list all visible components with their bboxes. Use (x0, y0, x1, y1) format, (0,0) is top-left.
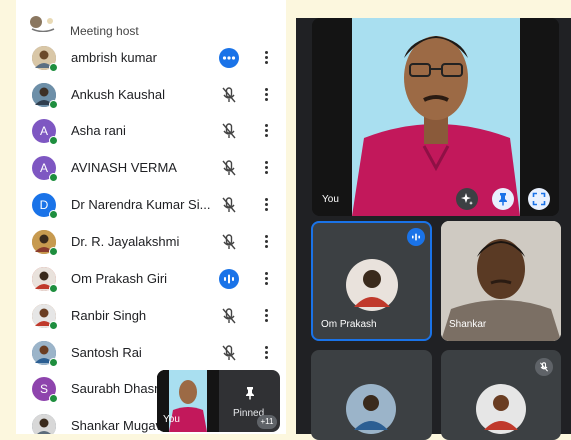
participants-panel: Meeting host ambrish kumar Ankush Kausha… (16, 0, 286, 434)
participant-name: Saurabh Dhasm (71, 381, 165, 396)
participant-name: ambrish kumar (71, 50, 157, 65)
self-tile-label: You (322, 194, 339, 205)
participant-avatar (32, 230, 58, 256)
mic-off-icon (219, 195, 239, 215)
pip-self-video[interactable]: You (157, 370, 219, 432)
kebab-menu-icon[interactable] (263, 269, 269, 289)
online-indicator (49, 358, 58, 367)
online-indicator (49, 284, 58, 293)
host-avatar-icon (30, 16, 55, 32)
kebab-menu-icon[interactable] (263, 158, 269, 178)
mic-off-icon (219, 343, 239, 363)
mic-off-icon (219, 85, 239, 105)
participant-name: Om Prakash Giri (71, 271, 168, 286)
speaking-indicator-icon (407, 228, 425, 246)
pip-self-label: You (163, 414, 180, 425)
participant-tile[interactable] (311, 350, 432, 440)
self-video-feed (312, 18, 559, 216)
visual-effects-icon[interactable] (456, 188, 478, 210)
self-video-tile[interactable]: You (312, 18, 559, 216)
participant-row[interactable]: Dr. R. Jayalakshmi (16, 224, 286, 260)
participant-name: Santosh Rai (71, 345, 142, 360)
pip-pinned-section[interactable]: Pinned +11 (219, 370, 280, 432)
avatar-initial: S (39, 382, 48, 396)
online-indicator (49, 321, 58, 330)
avatar-initial: D (39, 198, 49, 212)
mic-off-icon (535, 358, 553, 376)
online-indicator (49, 394, 58, 403)
pip-more-count-badge: +11 (257, 415, 277, 429)
participant-row[interactable]: Ranbir Singh (16, 298, 286, 334)
kebab-menu-icon[interactable] (263, 121, 269, 141)
participant-avatar: A (32, 119, 58, 145)
participant-row[interactable]: ambrish kumar (16, 40, 286, 76)
pin-icon (246, 387, 254, 400)
picture-in-picture[interactable]: You Pinned +11 (157, 370, 280, 432)
kebab-menu-icon[interactable] (263, 85, 269, 105)
participant-row[interactable]: A Asha rani (16, 113, 286, 149)
mic-off-icon (219, 306, 239, 326)
meeting-host-label: Meeting host (70, 24, 139, 38)
participant-tile[interactable] (441, 350, 561, 440)
kebab-menu-icon[interactable] (263, 195, 269, 215)
participant-avatar (32, 267, 58, 293)
participant-row[interactable]: Om Prakash Giri (16, 261, 286, 297)
online-indicator (49, 136, 58, 145)
participant-avatar (32, 46, 58, 72)
participant-avatar (476, 384, 526, 434)
participant-tile-shankar[interactable]: Shankar (441, 221, 561, 341)
mic-off-icon (219, 232, 239, 252)
kebab-menu-icon[interactable] (263, 343, 269, 363)
participant-avatar: S (32, 377, 58, 403)
mic-off-icon (219, 121, 239, 141)
avatar-initial: A (39, 124, 48, 138)
participant-name: Dr Narendra Kumar Si... (71, 197, 211, 212)
mic-off-icon (219, 158, 239, 178)
participant-row[interactable]: A AVINASH VERMA (16, 150, 286, 186)
participant-name: Shankar Mugav (71, 418, 163, 433)
participant-name: Ranbir Singh (71, 308, 147, 323)
kebab-menu-icon[interactable] (263, 306, 269, 326)
meeting-video-area: You Om Prakash Shankar (296, 18, 571, 440)
participant-avatar: D (32, 193, 58, 219)
participant-row[interactable]: Ankush Kaushal (16, 77, 286, 113)
kebab-menu-icon[interactable] (263, 232, 269, 252)
avatar-initial: A (39, 161, 48, 175)
participant-name: Dr. R. Jayalakshmi (71, 234, 180, 249)
participant-avatar (32, 83, 58, 109)
participant-avatar: A (32, 156, 58, 182)
participant-avatar (32, 341, 58, 367)
online-indicator (49, 100, 58, 109)
participant-tile-label: Om Prakash (321, 319, 377, 330)
online-indicator (49, 63, 58, 72)
participant-name: Asha rani (71, 123, 126, 138)
online-indicator (49, 247, 58, 256)
participant-row[interactable]: D Dr Narendra Kumar Si... (16, 187, 286, 223)
pin-icon[interactable] (492, 188, 514, 210)
participant-name: Ankush Kaushal (71, 87, 165, 102)
fullscreen-icon[interactable] (528, 188, 550, 210)
meeting-host-row: Meeting host (30, 14, 280, 38)
participant-tile-om-prakash[interactable]: Om Prakash (311, 221, 432, 341)
participant-row[interactable]: Santosh Rai (16, 335, 286, 371)
participant-tile-label: Shankar (449, 319, 487, 330)
participant-avatar (346, 384, 396, 434)
participant-avatar (346, 259, 398, 311)
speaking-indicator-icon (219, 269, 239, 289)
participant-name: AVINASH VERMA (71, 160, 177, 175)
participant-avatar (32, 414, 56, 434)
online-indicator (49, 173, 58, 182)
more-options-icon[interactable] (219, 48, 239, 68)
kebab-menu-icon[interactable] (263, 48, 269, 68)
participant-avatar (32, 304, 58, 330)
online-indicator (49, 210, 58, 219)
